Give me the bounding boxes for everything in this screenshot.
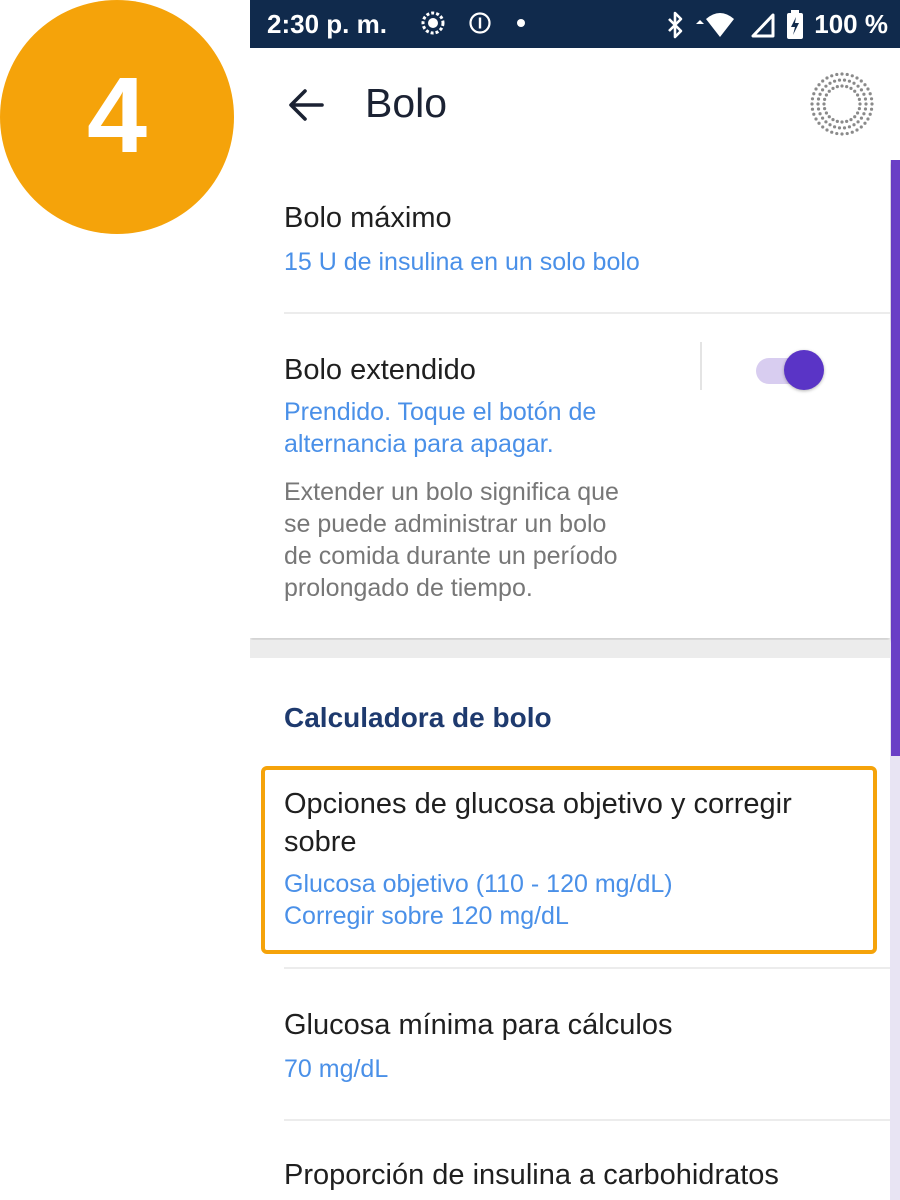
extended-bolus-status-line2: alternancia para apagar. xyxy=(284,430,554,458)
status-time: 2:30 p. m. xyxy=(267,9,387,39)
target-glucose-title-line1: Opciones de glucosa objetivo y corregir xyxy=(284,788,792,820)
max-bolus-value: 15 U de insulina en un solo bolo xyxy=(284,248,640,276)
target-glucose-value-line2: Corregir sobre 120 mg/dL xyxy=(284,902,569,930)
phone-screen: 2:30 p. m. 100 % Bolo Bolo máximo 15 U d… xyxy=(250,0,900,1200)
extended-bolus-toggle[interactable] xyxy=(756,350,828,390)
app-bar: Bolo xyxy=(250,48,900,160)
battery-percent: 100 % xyxy=(814,9,888,39)
ic-ratio-title: Proporción de insulina a carbohidratos xyxy=(284,1159,779,1191)
battery-charging-icon xyxy=(787,9,804,39)
extended-bolus-status-line1: Prendido. Toque el botón de xyxy=(284,398,597,426)
extended-bolus-desc-line4: prolongado de tiempo. xyxy=(284,574,533,602)
step-number: 4 xyxy=(86,54,148,175)
extended-bolus-title: Bolo extendido xyxy=(284,354,476,386)
target-glucose-title-line2: sobre xyxy=(284,826,357,858)
max-bolus-row[interactable]: Bolo máximo 15 U de insulina en un solo … xyxy=(250,160,890,312)
pod-status-icon[interactable] xyxy=(808,70,876,138)
status-bar: 2:30 p. m. 100 % xyxy=(250,0,900,48)
sync-icon xyxy=(421,11,445,35)
min-glucose-value: 70 mg/dL xyxy=(284,1055,389,1083)
info-circle-icon xyxy=(469,12,491,34)
bolus-calculator-header: Calculadora de bolo xyxy=(284,702,552,733)
target-glucose-row[interactable]: Opciones de glucosa objetivo y corregir … xyxy=(250,770,890,950)
min-glucose-row[interactable]: Glucosa mínima para cálculos 70 mg/dL xyxy=(250,969,890,1119)
max-bolus-title: Bolo máximo xyxy=(284,202,452,234)
bluetooth-icon xyxy=(668,11,683,38)
extended-bolus-desc-line2: se puede administrar un bolo xyxy=(284,510,607,538)
wifi-icon xyxy=(696,12,735,37)
dot-icon xyxy=(517,19,525,27)
toggle-thumb xyxy=(784,350,824,390)
min-glucose-title: Glucosa mínima para cálculos xyxy=(284,1009,673,1041)
ic-ratio-row[interactable]: Proporción de insulina a carbohidratos xyxy=(250,1121,890,1200)
status-left-icons xyxy=(420,10,528,36)
arrow-left-icon[interactable] xyxy=(288,88,324,122)
toggle-divider xyxy=(700,342,702,390)
target-glucose-value-line1: Glucosa objetivo (110 - 120 mg/dL) xyxy=(284,870,673,898)
extended-bolus-desc-line1: Extender un bolo significa que xyxy=(284,478,619,506)
bolus-settings-card: Bolo máximo 15 U de insulina en un solo … xyxy=(250,160,890,638)
signal-icon xyxy=(751,13,775,37)
extended-bolus-desc-line3: de comida durante un período xyxy=(284,542,618,570)
divider xyxy=(284,312,890,314)
scrollbar-thumb[interactable] xyxy=(891,160,900,756)
status-right: 100 % xyxy=(666,9,888,40)
section-gap xyxy=(250,640,890,658)
step-number-badge: 4 xyxy=(0,0,234,234)
page-title: Bolo xyxy=(365,80,448,126)
